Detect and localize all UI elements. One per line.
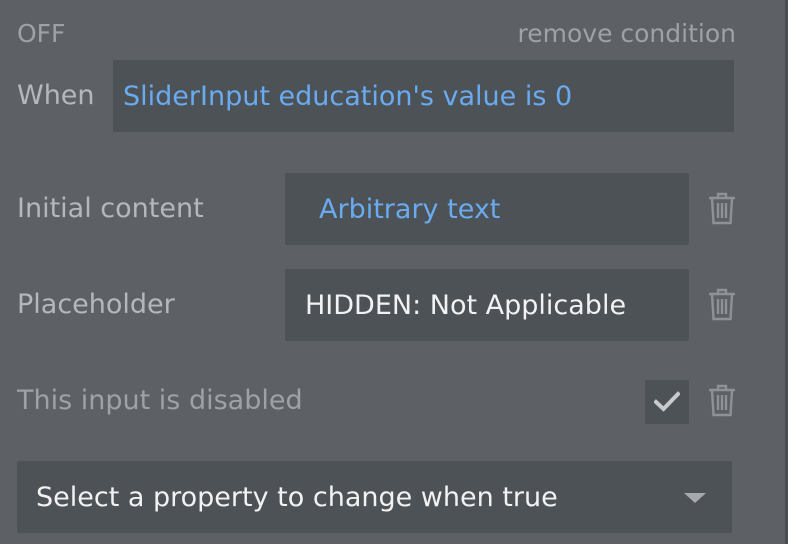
trash-icon[interactable] <box>707 382 737 418</box>
input-disabled-checkbox[interactable] <box>645 380 689 424</box>
placeholder-label: Placeholder <box>17 289 175 320</box>
initial-content-field[interactable]: Arbitrary text <box>285 173 689 245</box>
property-select-label: Select a property to change when true <box>36 481 558 513</box>
placeholder-field[interactable]: HIDDEN: Not Applicable <box>285 269 689 341</box>
input-disabled-label: This input is disabled <box>17 385 303 416</box>
when-label: When <box>17 80 95 111</box>
condition-state-label: OFF <box>17 19 66 48</box>
when-expression-field[interactable]: SliderInput education's value is 0 <box>113 60 734 132</box>
initial-content-label: Initial content <box>17 193 204 224</box>
remove-condition-link[interactable]: remove condition <box>518 19 736 48</box>
condition-panel: OFF remove condition When SliderInput ed… <box>0 0 788 544</box>
trash-icon[interactable] <box>707 190 737 226</box>
property-select-dropdown[interactable]: Select a property to change when true <box>17 461 732 533</box>
chevron-down-icon <box>684 493 706 503</box>
check-icon <box>654 391 680 412</box>
trash-icon[interactable] <box>707 286 737 322</box>
